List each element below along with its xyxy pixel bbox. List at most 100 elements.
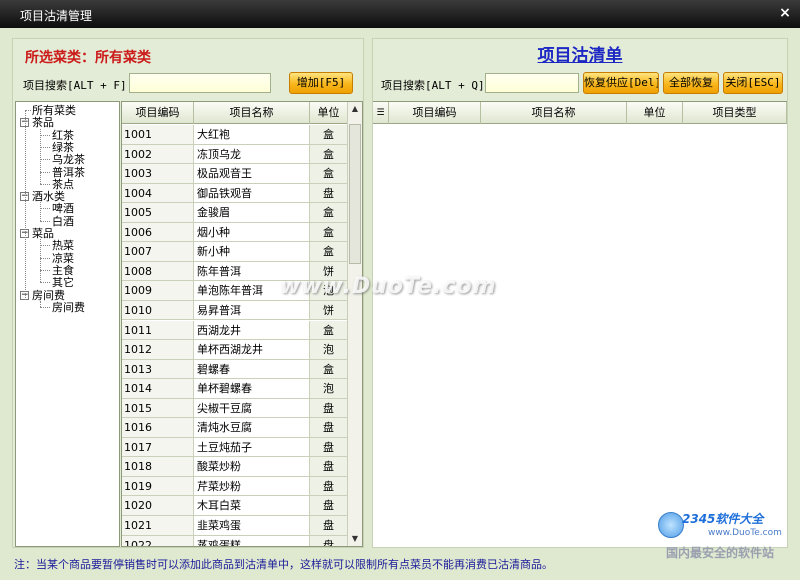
scroll-up-icon[interactable]: ▲ [348,102,362,116]
table-row[interactable]: 1001 大红袍盒 [122,125,348,145]
table-row[interactable]: 1017 土豆炖茄子盘 [122,437,348,458]
table-row[interactable]: 1020 木耳白菜盘 [122,496,348,516]
category-tree[interactable]: 所有菜类 茶品 − 红茶 绿茶 乌龙茶 普洱茶 茶点 酒水类 − 啤酒 白酒 菜品 − 热菜 凉菜 主食 其它 房间… [15,101,120,547]
cell-code: 1020 [122,496,194,516]
tree-connector [25,110,26,300]
tree-item[interactable]: 茶点 [52,178,74,191]
close-button[interactable]: 关闭[ESC] [723,72,783,94]
table-row[interactable]: 1010 易昇普洱饼 [122,300,348,321]
table-row[interactable]: 1019 芹菜炒粉盘 [122,476,348,497]
cell-name: 西湖龙井 [194,320,310,340]
cell-code: 1009 [122,281,194,301]
table-row[interactable]: 1018 酸菜炒粉盘 [122,457,348,477]
column-header-unit[interactable]: 单位 [627,102,683,124]
tree-item[interactable]: 其它 [52,276,74,289]
cell-code: 1001 [122,125,194,145]
tree-item[interactable]: 主食 [52,264,74,277]
table-row[interactable]: 1003 极品观音王盒 [122,164,348,184]
grid-scrollbar[interactable]: ▲ ▼ [347,102,362,546]
column-header-name[interactable]: 项目名称 [481,102,627,124]
close-icon[interactable]: × [776,4,794,22]
tree-connector [40,282,50,284]
tree-item[interactable]: 茶品 [32,116,54,129]
column-header-code[interactable]: 项目编码 [122,102,194,124]
tree-item[interactable]: 凉菜 [52,252,74,265]
footer-note: 注：当某个商品要暂停销售时可以添加此商品到沽清单中，这样就可以限制所有点菜员不能… [14,558,553,571]
cell-code: 1002 [122,144,194,165]
tree-item[interactable]: 菜品 [32,227,54,240]
scroll-down-icon[interactable]: ▼ [348,532,362,546]
site-logo-badge: 2345软件大全 www.DuoTe.com 国内最安全的软件站 [658,500,798,562]
table-row[interactable]: 1006 烟小种盒 [122,222,348,243]
logo-slogan: 国内最安全的软件站 [666,546,775,560]
cell-unit: 盘 [310,398,348,419]
tree-item[interactable]: 房间费 [32,289,65,302]
table-row[interactable]: 1016 清炖水豆腐盘 [122,418,348,438]
table-row[interactable]: 1007 新小种盒 [122,242,348,262]
items-grid[interactable]: 项目编码 项目名称 单位 1001 大红袍盒 1002 冻顶乌龙盒 1003 极品观音王盒… [121,101,363,547]
scroll-thumb[interactable] [349,124,361,264]
restore-supply-button[interactable]: 恢复供应[Del] [583,72,659,94]
tree-item[interactable]: 房间费 [52,301,85,314]
tree-item[interactable]: 绿茶 [52,141,74,154]
table-row[interactable]: 1015 尖椒干豆腐盘 [122,398,348,419]
cell-name: 烟小种 [194,222,310,243]
cell-code: 1008 [122,261,194,282]
cell-name: 木耳白菜 [194,496,310,516]
tree-item[interactable]: 啤酒 [52,202,74,215]
tree-connector [40,208,50,210]
table-row[interactable]: 1005 金骏眉盒 [122,203,348,223]
cell-unit: 盘 [310,457,348,477]
cell-code: 1018 [122,457,194,477]
table-row[interactable]: 1004 御品铁观音盘 [122,183,348,204]
cell-code: 1017 [122,437,194,458]
tree-connector [40,257,50,259]
add-button[interactable]: 增加[F5] [289,72,353,94]
cell-code: 1019 [122,476,194,497]
table-row[interactable]: 1014 单杯碧螺春泡 [122,379,348,399]
column-header-name[interactable]: 项目名称 [194,102,310,124]
tree-connector [40,245,50,247]
cell-code: 1022 [122,535,194,546]
cell-unit: 盒 [310,144,348,165]
selected-category-label: 所选菜类：所有菜类 [25,50,151,66]
cell-code: 1005 [122,203,194,223]
app-window: 项目沽清管理 × 所选菜类：所有菜类 项目搜索[ALT + F]: 增加[F5]… [0,0,800,580]
table-row[interactable]: 1002 冻顶乌龙盒 [122,144,348,165]
tree-connector [40,134,50,136]
tree-item[interactable]: 普洱茶 [52,166,85,179]
cell-unit: 泡 [310,379,348,399]
column-header-code[interactable]: 项目编码 [389,102,481,124]
tree-item[interactable]: 白酒 [52,215,74,228]
cell-code: 1007 [122,242,194,262]
tree-item[interactable]: 热菜 [52,239,74,252]
cell-code: 1006 [122,222,194,243]
window-title: 项目沽清管理 [20,9,93,23]
table-row[interactable]: 1011 西湖龙井盒 [122,320,348,340]
item-search-input[interactable] [129,73,271,93]
cell-name: 新小种 [194,242,310,262]
table-row[interactable]: 1012 单杯西湖龙井泡 [122,340,348,360]
tree-item[interactable]: 所有菜类 [32,104,76,117]
cell-name: 蒸鸡蛋糕 [194,535,310,546]
cell-unit: 盘 [310,418,348,438]
column-header-type[interactable]: 项目类型 [683,102,787,124]
tree-connector [40,239,41,283]
table-row[interactable]: 1013 碧螺春盒 [122,359,348,380]
table-row[interactable]: 1022 蒸鸡蛋糕盘 [122,535,348,546]
restore-all-button[interactable]: 全部恢复 [663,72,719,94]
cell-name: 韭菜鸡蛋 [194,516,310,536]
sold-out-grid[interactable]: ☰ 项目编码 项目名称 单位 项目类型 [373,101,787,547]
column-header-unit[interactable]: 单位 [310,102,348,124]
tree-connector [40,171,50,173]
tree-item[interactable]: 红茶 [52,129,74,142]
tree-connector [40,146,50,148]
cell-unit: 盒 [310,359,348,380]
cell-unit: 盒 [310,242,348,262]
cell-code: 1013 [122,359,194,380]
sold-out-search-input[interactable] [485,73,579,93]
tree-connector [40,269,50,271]
tree-item[interactable]: 乌龙茶 [52,153,85,166]
table-row[interactable]: 1021 韭菜鸡蛋盘 [122,516,348,536]
cell-code: 1021 [122,516,194,536]
